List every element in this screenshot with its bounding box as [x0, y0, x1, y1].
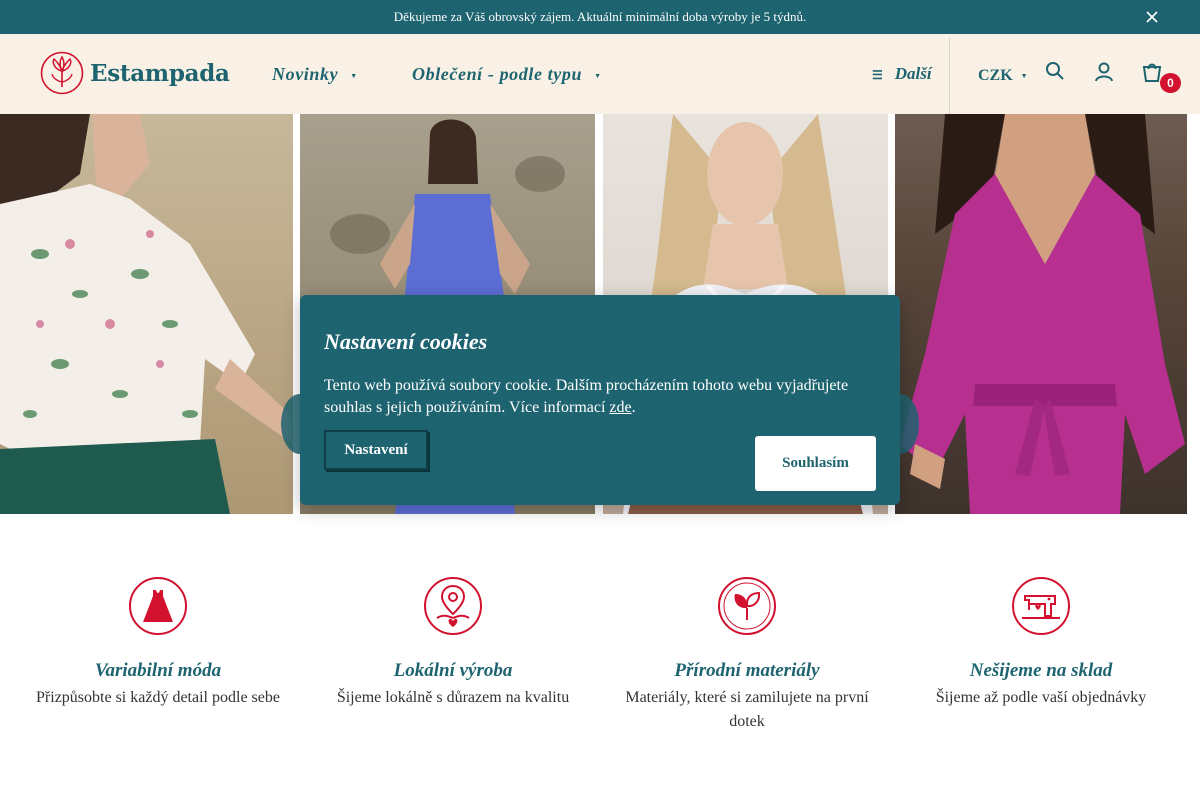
chevron-down-icon: ▼ [594, 71, 602, 80]
cookie-more-info-link[interactable]: zde [609, 399, 631, 416]
more-menu[interactable]: ☰ Další [872, 64, 932, 84]
feature-description: Přizpůsobte si každý detail podle sebe [36, 689, 280, 706]
slide-image-floral-top[interactable] [0, 114, 293, 514]
feature-description: Šijeme lokálně s důrazem na kvalitu [336, 689, 570, 706]
chevron-down-icon: ▼ [350, 71, 358, 80]
feature-description: Šijeme až podle vaší objednávky [935, 689, 1147, 706]
user-icon[interactable] [1093, 60, 1115, 84]
feature-prirodni-materialy: Přírodní materiály Materiály, které si z… [612, 576, 882, 734]
cookie-settings-button[interactable]: Nastavení [324, 430, 428, 470]
search-icon[interactable] [1044, 60, 1066, 84]
cookie-text: Tento web používá soubory cookie. Dalším… [324, 375, 884, 419]
nav-novinky[interactable]: Novinky ▼ [272, 64, 358, 85]
cookie-accept-button[interactable]: Souhlasím [755, 436, 876, 491]
header-divider [949, 38, 950, 114]
dress-icon [129, 577, 187, 635]
feature-lokalni-vyroba: Lokální výroba Šijeme lokálně s důrazem … [318, 576, 588, 710]
cookie-dialog: Nastavení cookies Tento web používá soub… [300, 295, 900, 505]
feature-title: Nešijeme na sklad [969, 660, 1113, 681]
logo[interactable]: Estampada [40, 51, 230, 95]
slide-image-magenta-jumpsuit[interactable] [895, 114, 1187, 514]
nav-obleceni[interactable]: Oblečení - podle typu ▼ [412, 64, 602, 85]
nav-label: Novinky [272, 64, 339, 84]
location-heart-icon [424, 577, 482, 635]
feature-variabilni-moda: Variabilní móda Přizpůsobte si každý det… [23, 576, 293, 710]
logo-text: Estampada [90, 59, 230, 87]
announcement-text: Děkujeme za Váš obrovský zájem. Aktuální… [393, 9, 807, 24]
announcement-bar: Děkujeme za Váš obrovský zájem. Aktuální… [0, 0, 1200, 34]
nav-label: Oblečení - podle typu [412, 64, 583, 84]
cookie-text-end: . [631, 399, 636, 416]
feature-title: Lokální výroba [393, 660, 513, 681]
sewing-machine-icon [1012, 577, 1070, 635]
cookie-text-body: Tento web používá soubory cookie. Dalším… [324, 377, 849, 416]
menu-icon: ☰ [872, 68, 883, 82]
feature-title: Variabilní móda [94, 660, 222, 681]
close-icon[interactable] [1144, 9, 1160, 25]
chevron-down-icon: ▼ [1020, 72, 1028, 81]
cart-count-badge: 0 [1160, 73, 1181, 93]
site-header: Estampada Novinky ▼ Oblečení - podle typu… [0, 34, 1200, 114]
leaf-icon [718, 577, 776, 635]
currency-selector[interactable]: CZK ▼ [978, 67, 1028, 85]
feature-nesijeme-na-sklad: Nešijeme na sklad Šijeme až podle vaší o… [906, 576, 1176, 710]
feature-title: Přírodní materiály [674, 660, 820, 681]
cookie-title: Nastavení cookies [324, 329, 488, 354]
currency-label: CZK [978, 67, 1013, 84]
tulip-logo-icon [40, 51, 84, 95]
more-label: Další [894, 64, 932, 83]
feature-description: Materiály, které si zamilujete na první … [625, 689, 869, 730]
